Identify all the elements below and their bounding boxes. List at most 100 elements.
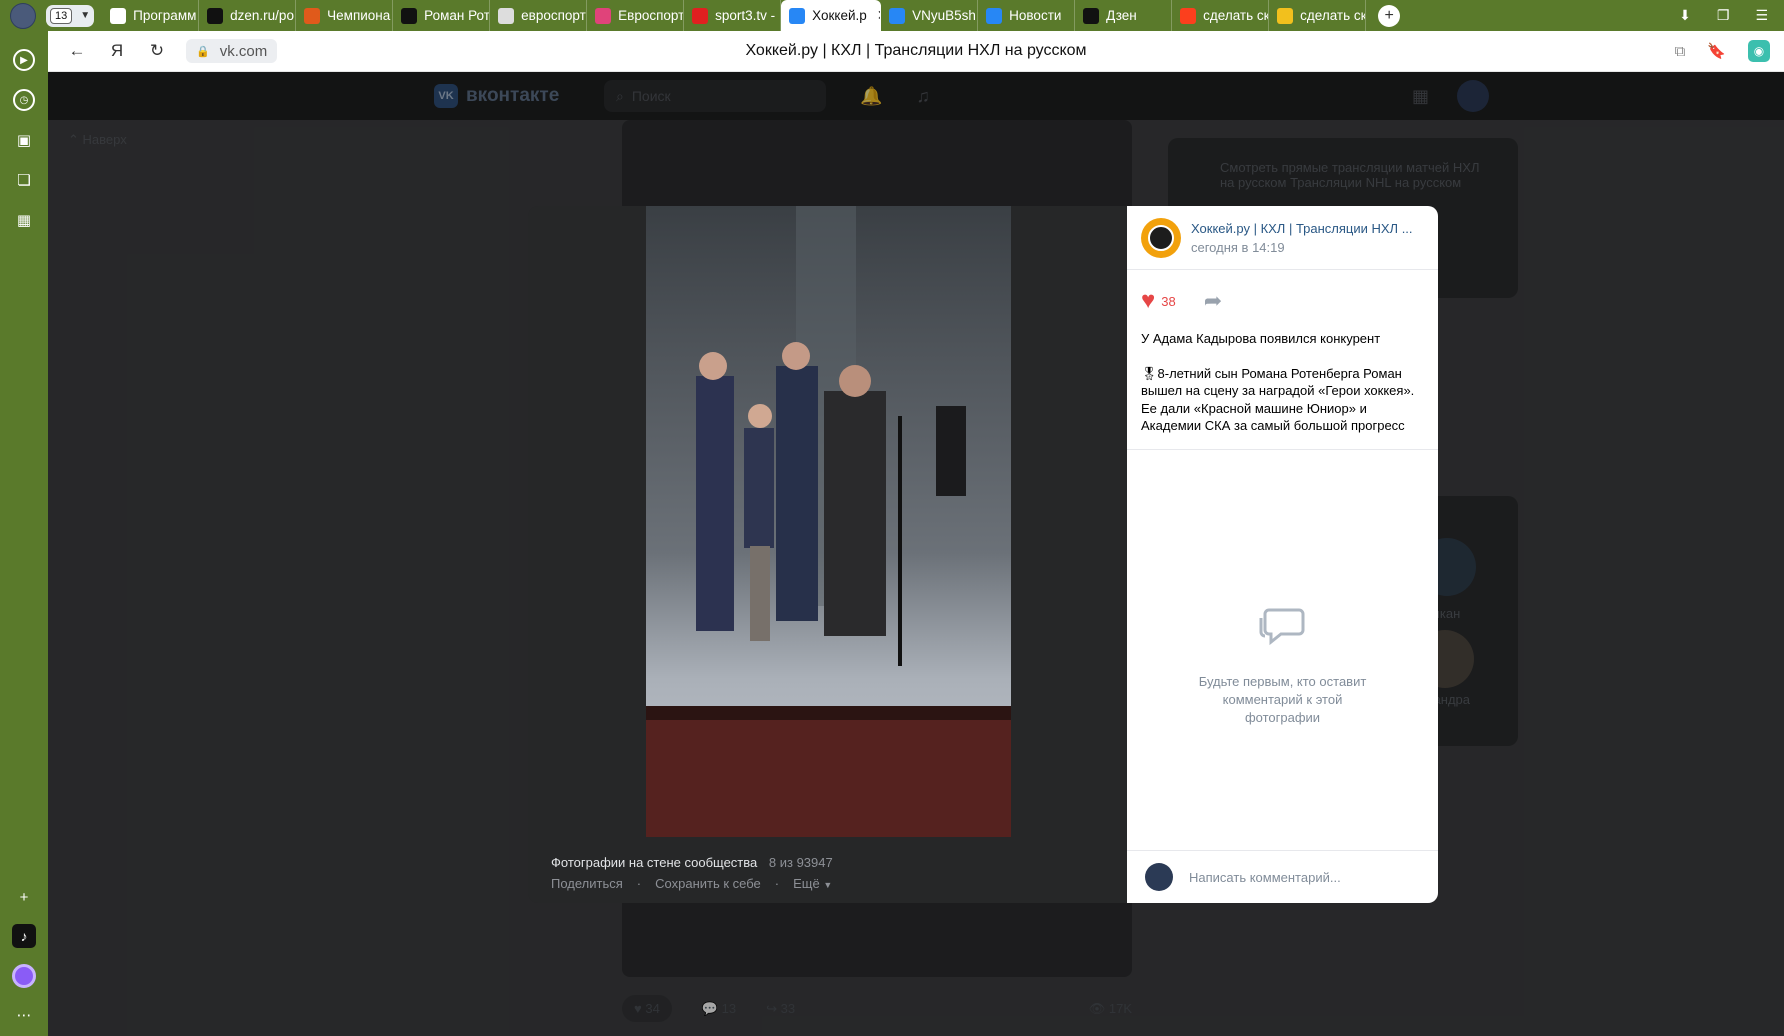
tab-label: sport3.tv - bbox=[715, 8, 776, 23]
new-tab-button[interactable]: + bbox=[1378, 4, 1401, 27]
photo-area: Фотографии на стене сообщества 8 из 9394… bbox=[528, 206, 1127, 903]
tab-label: сделать ск bbox=[1300, 8, 1367, 23]
tab-7[interactable]: Хоккей.р✕ bbox=[781, 0, 882, 31]
yandex-icon bbox=[1180, 7, 1197, 24]
address-bar: ← Я ↻ 🔒 vk.com Хоккей.ру | КХЛ | Трансля… bbox=[48, 31, 1784, 72]
extension-icon[interactable]: ◉ bbox=[1748, 40, 1770, 62]
like-button[interactable]: ♥ bbox=[1141, 289, 1155, 313]
photo-viewer: Фотографии на стене сообщества 8 из 9394… bbox=[528, 206, 1438, 903]
tab-counter[interactable]: 13 ▼ bbox=[46, 4, 95, 27]
stage-photo bbox=[646, 206, 1011, 837]
back-arrow-icon[interactable]: ← bbox=[66, 41, 88, 61]
photo-counter: 8 из 93947 bbox=[768, 855, 833, 870]
yandex-icon[interactable]: Я bbox=[106, 41, 128, 61]
empty-comments: Будьте первым, кто оставит комментарий к… bbox=[1127, 604, 1438, 727]
more-label: Ещё bbox=[793, 876, 820, 891]
share-link[interactable]: Поделиться bbox=[551, 876, 623, 891]
vk-icon bbox=[789, 7, 806, 24]
photo-info-panel: Хоккей.ру | КХЛ | Трансляции НХЛ ... сег… bbox=[1127, 206, 1438, 903]
page-title: Хоккей.ру | КХЛ | Трансляции НХЛ на русс… bbox=[745, 42, 1087, 59]
more-icon[interactable]: ⋯ bbox=[13, 1004, 35, 1026]
sport-icon bbox=[304, 7, 321, 24]
like-count: 38 bbox=[1161, 293, 1176, 309]
post-time: сегодня в 14:19 bbox=[1191, 239, 1285, 255]
tiktok-icon[interactable]: ♪ bbox=[12, 924, 36, 948]
tab-11[interactable]: сделать ск bbox=[1172, 0, 1270, 31]
apps-grid-icon[interactable]: ▦ bbox=[13, 209, 35, 231]
tab-label: сделать ск bbox=[1203, 8, 1270, 23]
chat-icon bbox=[110, 7, 127, 24]
sport3-icon bbox=[692, 7, 709, 24]
page-icon bbox=[498, 7, 515, 24]
add-panel-icon[interactable]: + bbox=[13, 886, 35, 908]
tab-label: Хоккей.р bbox=[812, 8, 867, 23]
comment-input[interactable]: Написать комментарий... bbox=[1189, 870, 1341, 885]
bookmark-icon[interactable]: 🔖 bbox=[1707, 42, 1726, 60]
s-icon bbox=[401, 7, 418, 24]
reader-icon[interactable]: ⧉ bbox=[1675, 43, 1686, 60]
tab-12[interactable]: сделать ск bbox=[1269, 0, 1367, 31]
more-link[interactable]: Ещё ▼ bbox=[793, 876, 832, 891]
comments-bubble-icon bbox=[1259, 608, 1304, 646]
post-header: Хоккей.ру | КХЛ | Трансляции НХЛ ... сег… bbox=[1127, 206, 1438, 270]
tab-0[interactable]: Программ bbox=[102, 0, 200, 31]
tab-label: dzen.ru/ро bbox=[230, 8, 294, 23]
url-text: vk.com bbox=[219, 42, 268, 60]
tab-label: VNyuB5sh bbox=[912, 8, 976, 23]
tab-4[interactable]: евроспорт bbox=[490, 0, 588, 31]
dzen-icon bbox=[1083, 7, 1100, 24]
post-reactions: ♥ 38 ➦ bbox=[1127, 270, 1438, 324]
alice-assistant-icon[interactable] bbox=[12, 964, 36, 988]
profile-avatar[interactable] bbox=[10, 2, 36, 29]
tab-label: Программ bbox=[133, 8, 197, 23]
share-arrow-icon[interactable]: ➦ bbox=[1204, 288, 1222, 314]
tab-count: 13 bbox=[50, 7, 73, 24]
vk-icon bbox=[986, 7, 1003, 24]
user-avatar bbox=[1145, 863, 1173, 891]
dzen-icon bbox=[207, 7, 224, 24]
browser-tab-bar: 13 ▼ Программ dzen.ru/ро Чемпиона Роман Рот… bbox=[0, 0, 1784, 31]
tab-10[interactable]: Дзен bbox=[1075, 0, 1173, 31]
vk-icon bbox=[889, 7, 906, 24]
album-title[interactable]: Фотографии на стене сообщества bbox=[551, 855, 757, 870]
save-link[interactable]: Сохранить к себе bbox=[655, 876, 761, 891]
image-icon bbox=[1277, 7, 1294, 24]
photo[interactable] bbox=[646, 206, 1011, 837]
tab-3[interactable]: Роман Рот bbox=[393, 0, 491, 31]
screenshot-icon[interactable]: ▣ bbox=[13, 129, 35, 151]
reload-icon[interactable]: ↻ bbox=[146, 41, 168, 61]
video-icon bbox=[595, 7, 612, 24]
tab-label: Новости bbox=[1009, 8, 1062, 23]
chevron-down-icon: ▼ bbox=[80, 10, 91, 21]
url-field[interactable]: 🔒 vk.com bbox=[186, 39, 278, 63]
comment-composer: Написать комментарий... bbox=[1127, 850, 1438, 903]
notes-icon[interactable]: ❏ bbox=[13, 169, 35, 191]
photo-caption-bar: Фотографии на стене сообщества 8 из 9394… bbox=[551, 855, 833, 891]
post-text-headline: У Адама Кадырова появился конкурент bbox=[1141, 331, 1381, 346]
menu-icon[interactable]: ☰ bbox=[1755, 7, 1768, 24]
tab-label: евроспорт bbox=[521, 8, 586, 23]
group-name-link[interactable]: Хоккей.ру | КХЛ | Трансляции НХЛ ... bbox=[1191, 221, 1413, 236]
tab-6[interactable]: sport3.tv - bbox=[684, 0, 782, 31]
post-text: У Адама Кадырова появился конкурент 🎖8-л… bbox=[1127, 324, 1438, 450]
window-controls: ⬇ ❐ ☰ bbox=[1679, 7, 1784, 24]
tab-9[interactable]: Новости bbox=[978, 0, 1076, 31]
lock-icon: 🔒 bbox=[196, 45, 210, 58]
tab-label: Евроспорт bbox=[618, 8, 685, 23]
download-icon[interactable]: ⬇ bbox=[1679, 7, 1691, 24]
chevron-down-icon: ▼ bbox=[823, 880, 833, 890]
tab-2[interactable]: Чемпиона bbox=[296, 0, 394, 31]
tab-1[interactable]: dzen.ru/ро bbox=[199, 0, 297, 31]
tab-5[interactable]: Евроспорт bbox=[587, 0, 685, 31]
restore-window-icon[interactable]: ❐ bbox=[1717, 7, 1730, 24]
group-avatar[interactable] bbox=[1141, 217, 1181, 258]
browser-sidebar: ▶ ◷ ▣ ❏ ▦ + ♪ ⋯ bbox=[0, 31, 48, 1036]
history-icon[interactable]: ◷ bbox=[13, 89, 35, 111]
tab-label: Дзен bbox=[1106, 8, 1137, 23]
tab-8[interactable]: VNyuB5sh bbox=[881, 0, 979, 31]
empty-comments-text: Будьте первым, кто оставит комментарий к… bbox=[1198, 674, 1367, 725]
tab-label: Роман Рот bbox=[424, 8, 490, 23]
tab-label: Чемпиона bbox=[327, 8, 391, 23]
nhl-logo-icon bbox=[1148, 224, 1174, 251]
play-icon[interactable]: ▶ bbox=[13, 49, 35, 71]
